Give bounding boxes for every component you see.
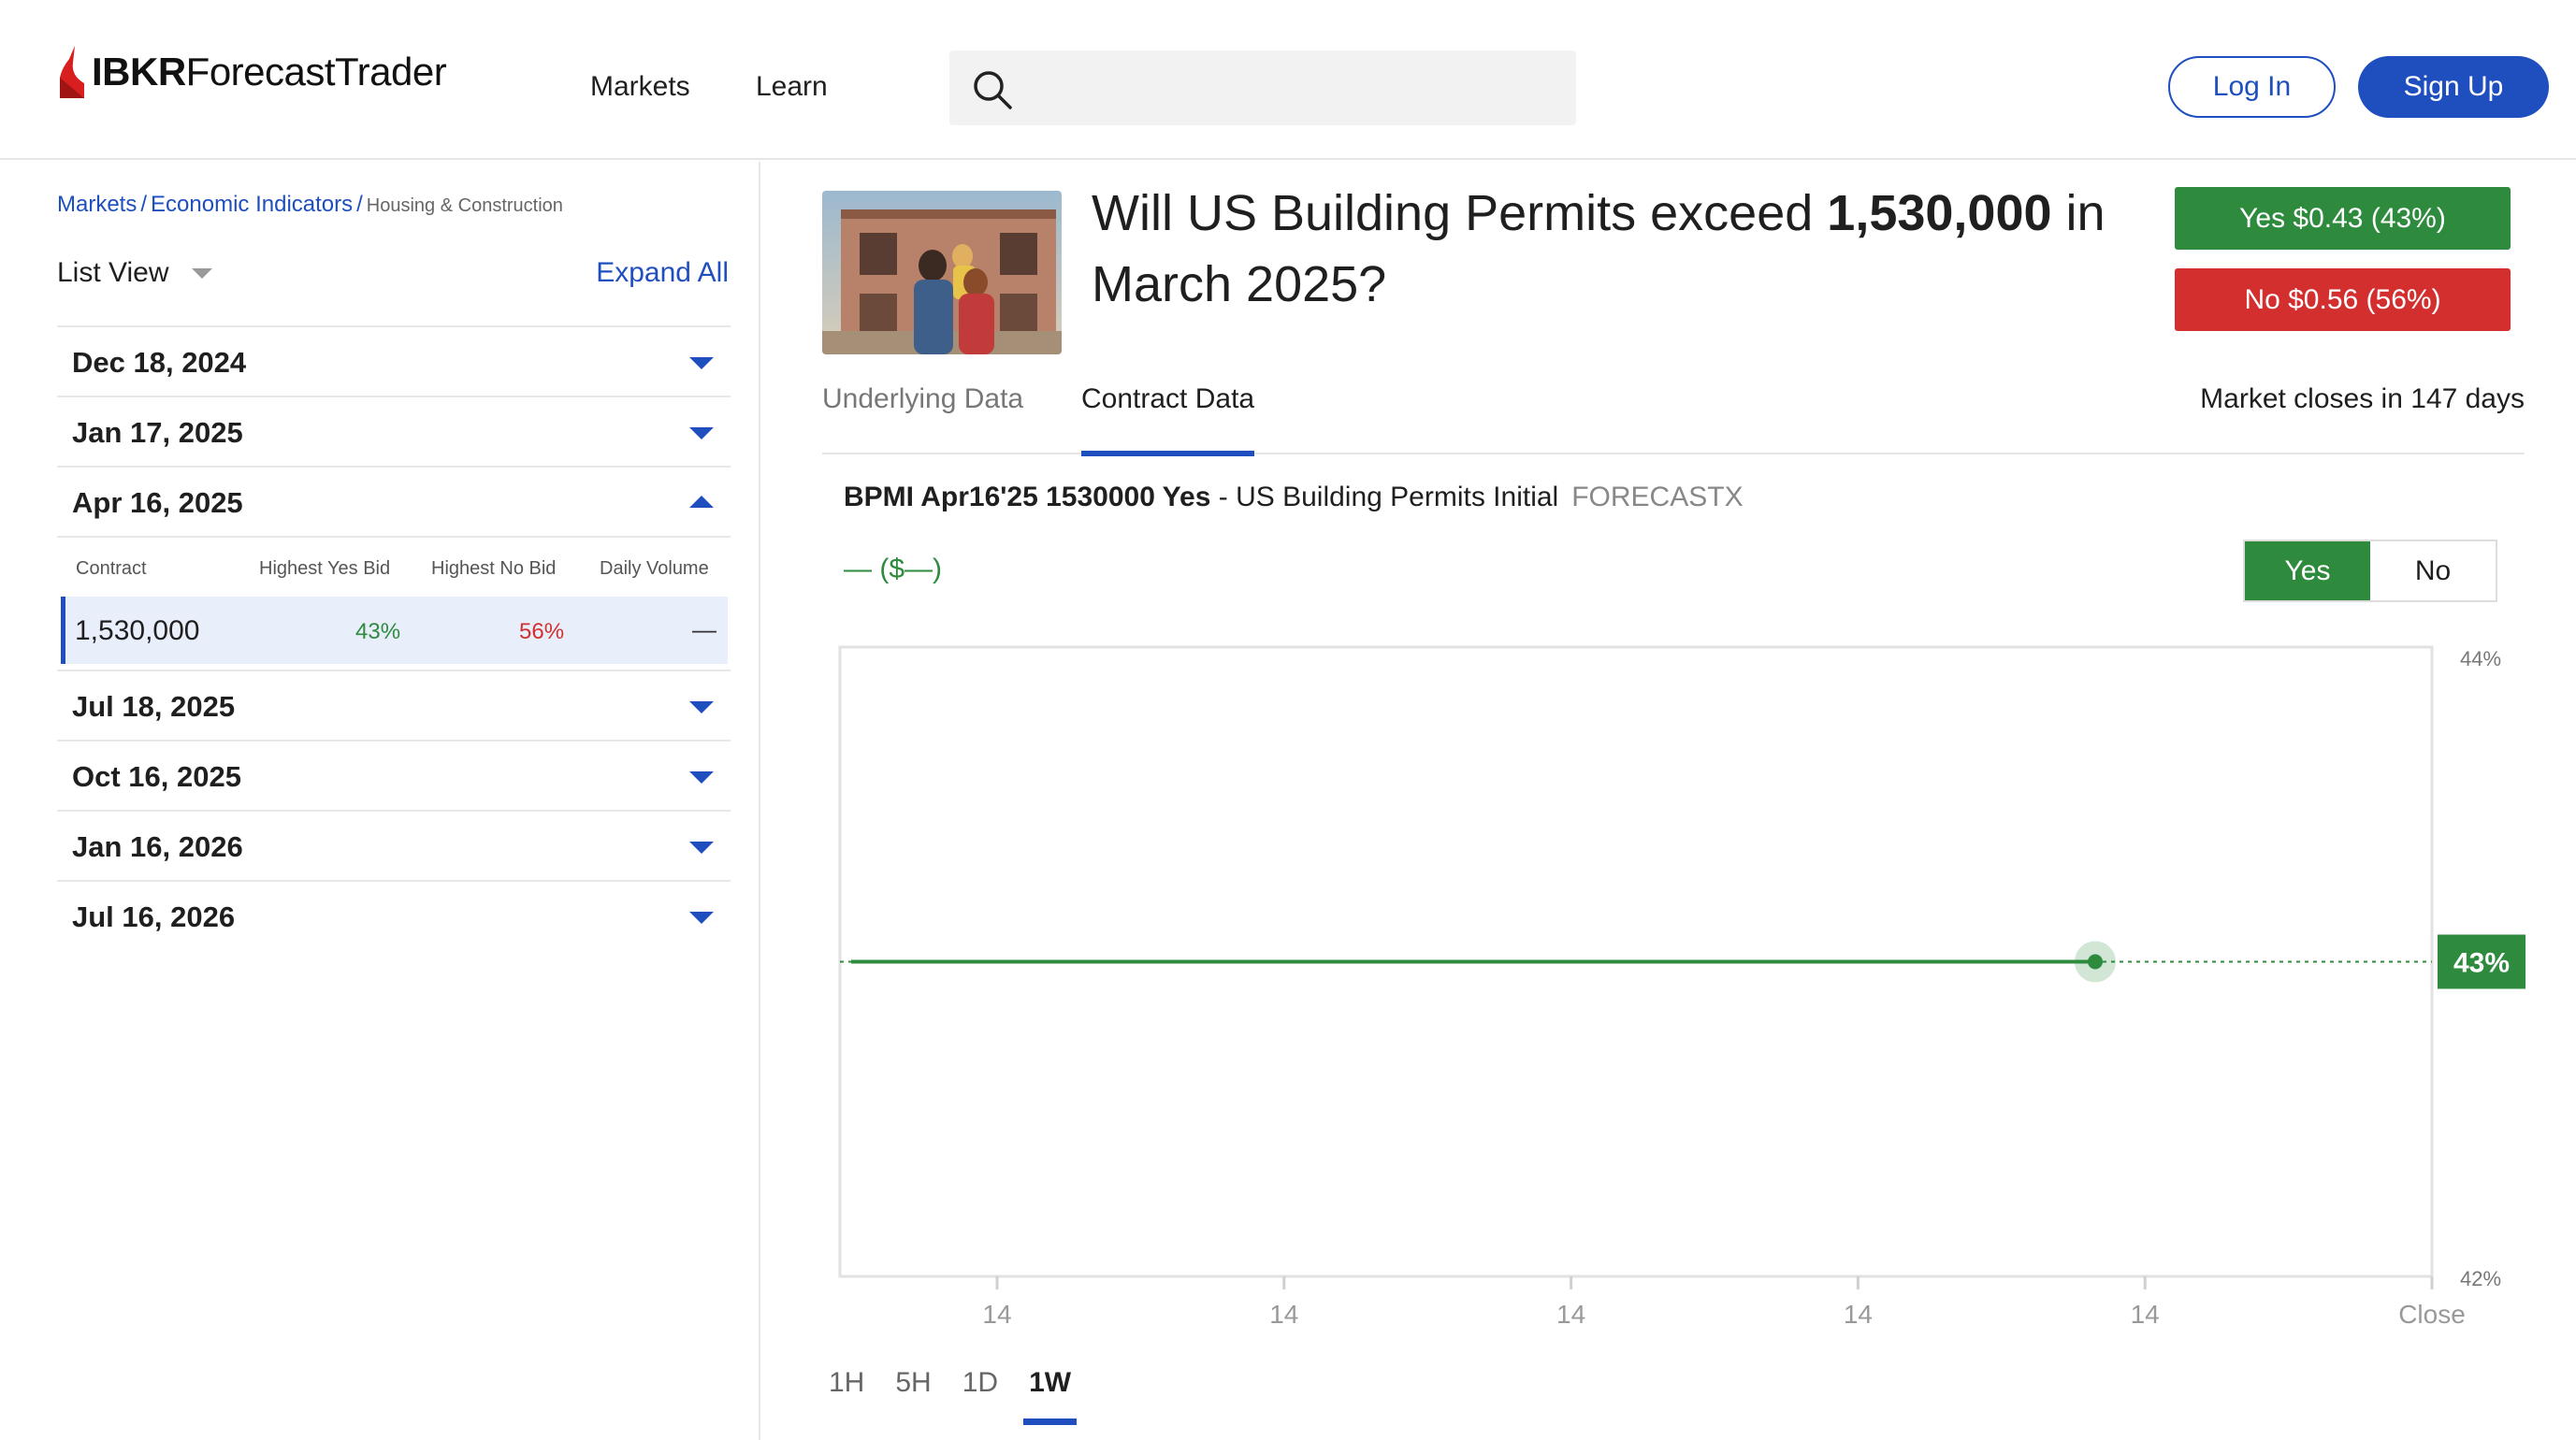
chevron-down-icon bbox=[191, 267, 212, 279]
x-tick-label: 14 bbox=[982, 1300, 1011, 1329]
contract-volume: — bbox=[692, 615, 716, 643]
date-row[interactable]: Oct 16, 2025 bbox=[57, 740, 731, 810]
chevron-down-icon bbox=[689, 912, 714, 924]
nav-learn[interactable]: Learn bbox=[756, 71, 828, 103]
contract-symbol: BPMI Apr16'25 1530000 Yes bbox=[844, 482, 1211, 512]
chevron-down-icon bbox=[689, 771, 714, 784]
signup-button[interactable]: Sign Up bbox=[2358, 56, 2549, 118]
brand-name: IBKRForecastTrader bbox=[92, 50, 447, 94]
col-daily-volume: Daily Volume bbox=[600, 558, 709, 579]
col-highest-yes-bid: Highest Yes Bid bbox=[259, 558, 391, 579]
nav-markets[interactable]: Markets bbox=[590, 71, 690, 103]
range-1d[interactable]: 1D bbox=[962, 1367, 998, 1425]
date-label: Jul 18, 2025 bbox=[72, 690, 236, 723]
x-tick-label: 14 bbox=[1269, 1300, 1298, 1329]
time-range-selector: 1H 5H 1D 1W bbox=[829, 1367, 1102, 1425]
date-label: Apr 16, 2025 bbox=[72, 486, 243, 519]
sidebar: Markets / Economic Indicators / Housing & Co… bbox=[0, 162, 760, 1440]
contract-name: 1,530,000 bbox=[75, 615, 200, 646]
price-chart: 14 14 14 14 14 Close 44% 42% 43% bbox=[838, 645, 2525, 1329]
x-tick-label: 14 bbox=[2131, 1300, 2160, 1329]
market-question: Will US Building Permits exceed 1,530,00… bbox=[1092, 185, 2106, 312]
breadcrumb: Markets / Economic Indicators / Housing & Co… bbox=[57, 192, 563, 218]
breadcrumb-separator: / bbox=[140, 192, 148, 217]
search-input[interactable] bbox=[1024, 50, 1557, 125]
breadcrumb-economic-indicators[interactable]: Economic Indicators bbox=[151, 192, 353, 217]
range-1h[interactable]: 1H bbox=[829, 1367, 864, 1425]
search-box[interactable] bbox=[949, 50, 1576, 125]
chevron-down-icon bbox=[689, 427, 714, 439]
tab-contract-data[interactable]: Contract Data bbox=[1081, 383, 1255, 456]
expiry-date-list: Dec 18, 2024 Jan 17, 2025 Apr 16, 2025 C… bbox=[57, 325, 731, 950]
yes-no-toggle: Yes No bbox=[2243, 540, 2497, 602]
y-tick-label: 42% bbox=[2460, 1267, 2501, 1290]
contract-title: BPMI Apr16'25 1530000 Yes - US Building … bbox=[844, 482, 1744, 512]
contract-source: FORECASTX bbox=[1571, 482, 1744, 512]
ibkr-logo-icon bbox=[60, 46, 84, 98]
brand-logo[interactable]: IBKRForecastTrader bbox=[56, 43, 447, 101]
date-row[interactable]: Jan 17, 2025 bbox=[57, 396, 731, 466]
contract-yes-bid: 43% bbox=[355, 619, 401, 644]
date-row[interactable]: Jan 16, 2026 bbox=[57, 810, 731, 880]
last-price: — ($—) bbox=[844, 554, 942, 584]
current-value-label: 43% bbox=[2453, 948, 2510, 979]
breadcrumb-markets[interactable]: Markets bbox=[57, 192, 137, 217]
x-tick-label: 14 bbox=[1556, 1300, 1585, 1329]
breadcrumb-current: Housing & Construction bbox=[366, 195, 563, 216]
chevron-down-icon bbox=[689, 701, 714, 713]
detail-tabs: Underlying Data Contract Data Market clo… bbox=[822, 383, 2525, 456]
chevron-down-icon bbox=[689, 842, 714, 854]
x-tick-label: 14 bbox=[1844, 1300, 1873, 1329]
search-icon bbox=[974, 71, 1012, 109]
date-label: Jan 17, 2025 bbox=[72, 416, 243, 449]
date-row[interactable]: Jul 18, 2025 bbox=[57, 670, 731, 740]
top-header: IBKRForecastTrader Markets Learn Log In … bbox=[0, 0, 2576, 160]
breadcrumb-separator: / bbox=[356, 192, 363, 217]
login-button[interactable]: Log In bbox=[2168, 56, 2336, 118]
last-point-marker bbox=[2088, 954, 2103, 970]
contract-table-header: Contract Highest Yes Bid Highest No Bid … bbox=[57, 536, 731, 597]
range-5h[interactable]: 5H bbox=[895, 1367, 931, 1425]
market-thumbnail-image bbox=[822, 191, 1062, 354]
list-view-label: List View bbox=[57, 257, 169, 288]
contract-row-selected[interactable]: 1,530,000 43% 56% — bbox=[61, 597, 728, 664]
expand-all-link[interactable]: Expand All bbox=[596, 257, 729, 289]
toggle-yes[interactable]: Yes bbox=[2245, 541, 2370, 600]
date-label: Jul 16, 2026 bbox=[72, 900, 236, 933]
chevron-up-icon bbox=[689, 496, 714, 508]
date-row[interactable]: Dec 18, 2024 bbox=[57, 325, 731, 396]
toggle-no[interactable]: No bbox=[2370, 541, 2496, 600]
date-label: Jan 16, 2026 bbox=[72, 830, 243, 863]
date-row-expanded[interactable]: Apr 16, 2025 bbox=[57, 466, 731, 536]
date-label: Dec 18, 2024 bbox=[72, 346, 247, 379]
date-row[interactable]: Jul 16, 2026 bbox=[57, 880, 731, 950]
col-contract: Contract bbox=[76, 558, 147, 579]
tab-underlying-data[interactable]: Underlying Data bbox=[822, 383, 1023, 454]
chevron-down-icon bbox=[689, 357, 714, 369]
col-highest-no-bid: Highest No Bid bbox=[431, 558, 557, 579]
y-tick-label: 44% bbox=[2460, 647, 2501, 670]
contract-full-name: US Building Permits Initial bbox=[1236, 482, 1559, 512]
range-1w[interactable]: 1W bbox=[1023, 1367, 1078, 1425]
market-close-countdown: Market closes in 147 days bbox=[2200, 383, 2525, 414]
contract-no-bid: 56% bbox=[519, 619, 565, 644]
buy-no-button[interactable]: No $0.56 (56%) bbox=[2175, 268, 2511, 331]
buy-yes-button[interactable]: Yes $0.43 (43%) bbox=[2175, 187, 2511, 250]
x-tick-label: Close bbox=[2398, 1300, 2466, 1329]
list-view-dropdown[interactable]: List View bbox=[57, 257, 212, 289]
date-label: Oct 16, 2025 bbox=[72, 760, 241, 793]
